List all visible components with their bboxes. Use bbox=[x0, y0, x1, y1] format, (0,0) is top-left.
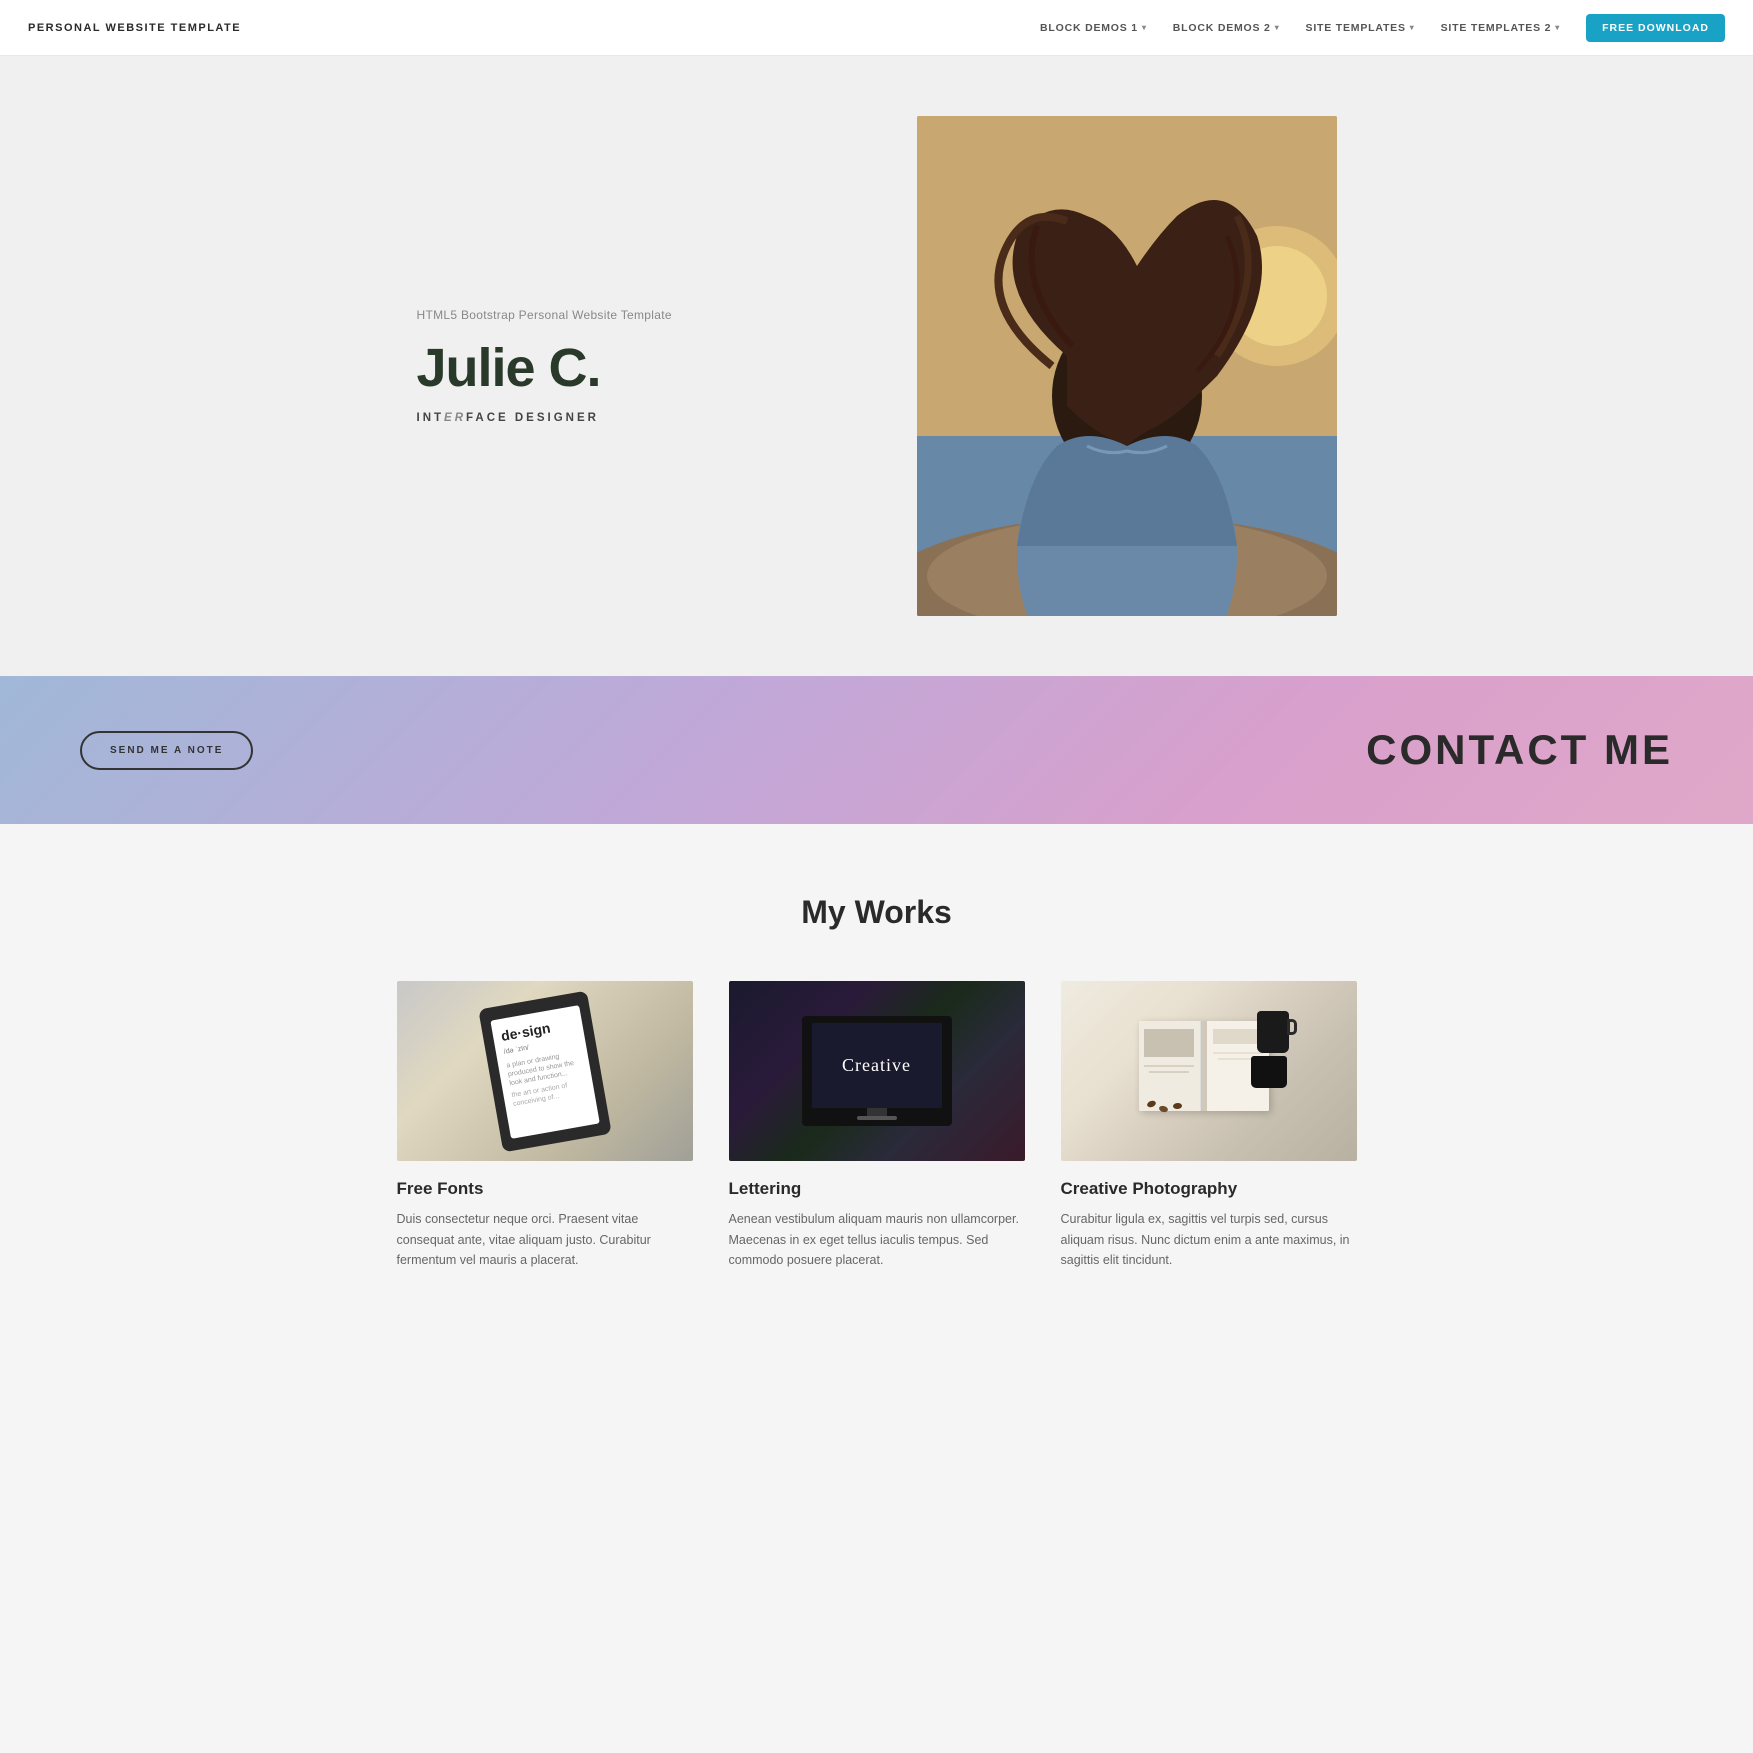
work-image-lettering: Creative bbox=[729, 981, 1025, 1161]
monitor-stand bbox=[867, 1108, 887, 1116]
monitor-script-text: Creative bbox=[842, 1055, 911, 1076]
nav-links: BLOCK DEMOS 1 ▾ BLOCK DEMOS 2 ▾ SITE TEM… bbox=[1030, 14, 1725, 42]
work-title-photography: Creative Photography bbox=[1061, 1179, 1357, 1199]
monitor-mockup: Creative bbox=[802, 1016, 952, 1126]
work-title-free-fonts: Free Fonts bbox=[397, 1179, 693, 1199]
work-card-photography: Creative Photography Curabitur ligula ex… bbox=[1061, 981, 1357, 1271]
hero-portrait-image bbox=[917, 116, 1337, 616]
monitor-base bbox=[857, 1116, 897, 1120]
hero-portrait-svg bbox=[917, 116, 1337, 616]
book-scene bbox=[1129, 1006, 1289, 1136]
tablet-screen: de·sign /də ˈzīn/ a plan or drawing prod… bbox=[490, 1004, 599, 1138]
works-section: My Works de·sign /də ˈzīn/ a plan or dra… bbox=[0, 824, 1753, 1341]
nav-link-site-templates-2[interactable]: SITE TEMPLATES 2 ▾ bbox=[1431, 16, 1570, 40]
hero-section: HTML5 Bootstrap Personal Website Templat… bbox=[0, 56, 1753, 676]
nav-link-block-demos-1[interactable]: BLOCK DEMOS 1 ▾ bbox=[1030, 16, 1157, 40]
free-download-button[interactable]: FREE DOWNLOAD bbox=[1586, 14, 1725, 42]
coffee-mug-2 bbox=[1251, 1056, 1287, 1088]
coffee-bean-2 bbox=[1158, 1105, 1168, 1113]
work-desc-photography: Curabitur ligula ex, sagittis vel turpis… bbox=[1061, 1209, 1357, 1271]
chevron-down-icon: ▾ bbox=[1142, 23, 1147, 32]
work-image-photography bbox=[1061, 981, 1357, 1161]
chevron-down-icon: ▾ bbox=[1275, 23, 1280, 32]
hero-image-wrap bbox=[917, 116, 1337, 616]
work-image-free-fonts: de·sign /də ˈzīn/ a plan or drawing prod… bbox=[397, 981, 693, 1161]
monitor-screen: Creative bbox=[812, 1023, 942, 1108]
work-title-lettering: Lettering bbox=[729, 1179, 1025, 1199]
chevron-down-icon: ▾ bbox=[1410, 23, 1415, 32]
work-desc-lettering: Aenean vestibulum aliquam mauris non ull… bbox=[729, 1209, 1025, 1271]
work-card-free-fonts: de·sign /də ˈzīn/ a plan or drawing prod… bbox=[397, 981, 693, 1271]
works-grid: de·sign /də ˈzīn/ a plan or drawing prod… bbox=[397, 981, 1357, 1271]
work-desc-free-fonts: Duis consectetur neque orci. Praesent vi… bbox=[397, 1209, 693, 1271]
works-section-title: My Works bbox=[80, 894, 1673, 931]
coffee-mug-1 bbox=[1257, 1011, 1289, 1053]
hero-name: Julie C. bbox=[417, 340, 837, 397]
tablet-mockup: de·sign /də ˈzīn/ a plan or drawing prod… bbox=[478, 990, 612, 1152]
nav-brand: PERSONAL WEBSITE TEMPLATE bbox=[28, 22, 241, 34]
send-note-button[interactable]: SEND ME A NOTE bbox=[80, 731, 253, 770]
hero-subtitle: HTML5 Bootstrap Personal Website Templat… bbox=[417, 308, 837, 322]
book bbox=[1139, 1021, 1269, 1111]
work-card-lettering: Creative Lettering Aenean vestibulum ali… bbox=[729, 981, 1025, 1271]
contact-title: CONTACT ME bbox=[1366, 726, 1673, 774]
chevron-down-icon: ▾ bbox=[1555, 23, 1560, 32]
hero-role: INTERFACE DESIGNER bbox=[417, 412, 837, 424]
contact-banner: SEND ME A NOTE CONTACT ME bbox=[0, 676, 1753, 824]
nav-link-block-demos-2[interactable]: BLOCK DEMOS 2 ▾ bbox=[1163, 16, 1290, 40]
navbar: PERSONAL WEBSITE TEMPLATE BLOCK DEMOS 1 … bbox=[0, 0, 1753, 56]
hero-text: HTML5 Bootstrap Personal Website Templat… bbox=[417, 308, 837, 425]
nav-link-site-templates[interactable]: SITE TEMPLATES ▾ bbox=[1296, 16, 1425, 40]
